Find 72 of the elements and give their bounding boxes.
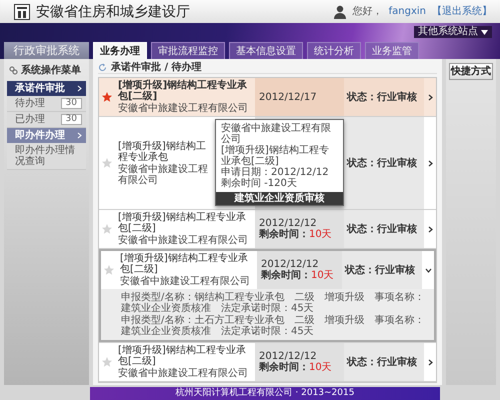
task-row[interactable]: [增项升级]钢结构工程专业承包[二级] 安徽省中旅建设工程有限公司 2012/12/12 剩余时间：10天 状态：行业审核: [99, 210, 436, 249]
tooltip-text: 安徽省中旅建设工程有限公司: [221, 123, 332, 145]
caret-icon: [481, 30, 488, 34]
apply-date: 2012/12/12: [259, 218, 318, 229]
remaining-time: 剩余时间：10天: [259, 362, 333, 373]
company-name: 安徽省中旅建设工程有限公司: [118, 235, 249, 246]
chevron-icon[interactable]: [426, 94, 434, 100]
task-title: [增项升级]钢结构工程专业承包[二级]: [118, 212, 247, 234]
logo-icon: [14, 4, 30, 20]
task-title: [增项升级]钢结构工程专业承包: [118, 140, 207, 162]
chevron-icon: [77, 132, 82, 139]
tooltip-text: 剩余时间 -120天: [221, 178, 298, 189]
status-text: 状态：行业审核: [347, 224, 417, 234]
chevron-icon[interactable]: [424, 266, 432, 274]
star-icon[interactable]: [101, 223, 113, 235]
detail-line: 申报类型/名称：钢结构工程专业承包 二级 增项升级 事项名称：建筑业企业资质核准 法定承诺时限：45天: [121, 292, 426, 314]
task-row[interactable]: [增项升级]钢结构工程专业承包 安徽省中旅建设工程有限公司 状态：行业审核 安徽省中旅建设工程有限公司 [增项升级]钢结构工程专业承包[二级] 申请日期：2012/12/12 剩余时间 -120天 建筑业企业资质审核: [99, 117, 436, 210]
menu-item[interactable]: 待办理 30: [7, 96, 86, 112]
task-row[interactable]: [增项升级]钢结构工程专业承包[二级] 安徽省中旅建设工程有限公司 2012/12/17 状态：行业审核: [99, 78, 436, 117]
menu-group[interactable]: 即办件办理: [7, 128, 86, 143]
star-icon[interactable]: [101, 356, 113, 368]
tooltip-text: [增项升级]钢结构工程专业承包[二级]: [221, 145, 330, 167]
task-row[interactable]: [增项升级]钢结构工程专业承包[二级] 安徽省中旅建设工程有限公司 2012/12/12 剩余时间：10天 状态：行业审核: [99, 343, 436, 382]
footer-bar: 杭州天阳计算机工程有限公司 · 2013~2015: [90, 387, 440, 400]
apply-date: 2012/12/12: [261, 259, 320, 270]
status-text: 状态：行业审核: [347, 92, 417, 102]
sidebar-title: 系统操作菜单: [21, 65, 81, 76]
count-badge: 30: [60, 114, 82, 125]
chevron-icon[interactable]: [426, 358, 434, 366]
remaining-time: 剩余时间：10天: [261, 270, 335, 281]
menu-group[interactable]: 承诺件审批: [7, 81, 86, 96]
greeting-text: 您好，: [352, 6, 383, 17]
nav-tab[interactable]: 业务监管: [365, 42, 419, 59]
chevron-icon[interactable]: [426, 226, 434, 232]
detail-line: 申报类型/名称：土石方工程专业承包 二级 增项升级 事项名称：建筑业企业资质核准 法定承诺时限：45天: [121, 315, 426, 337]
company-name: 安徽省中旅建设工程有限公司: [120, 276, 251, 287]
company-name: 安徽省中旅建设工程有限公司: [118, 103, 249, 114]
tooltip-footer: 建筑业企业资质审核: [216, 192, 343, 205]
nav-tab[interactable]: 业务办理: [93, 42, 147, 59]
site-title: 安徽省住房和城乡建设厅: [36, 4, 191, 20]
chevron-icon: [77, 85, 82, 92]
nav-tab[interactable]: 基本信息设置: [229, 42, 303, 59]
remaining-time: 剩余时间：10天: [259, 229, 333, 240]
nav-tab[interactable]: 统计分析: [307, 42, 361, 59]
chevron-icon[interactable]: [426, 160, 434, 166]
status-text: 状态：行业审核: [347, 158, 417, 168]
task-title: [增项升级]钢结构工程专业承包[二级]: [118, 80, 248, 102]
site-select[interactable]: 其他系统站点: [414, 26, 492, 38]
task-title: [增项升级]钢结构工程专业承包[二级]: [120, 253, 249, 275]
breadcrumb: 承诺件审批 / 待办理: [111, 62, 202, 72]
system-name: 行政审批系统: [4, 42, 89, 59]
apply-date: 2012/12/12: [259, 351, 318, 362]
star-icon[interactable]: [101, 91, 113, 103]
menu-item[interactable]: 已办理 30: [7, 112, 86, 128]
status-text: 状态：行业审核: [347, 356, 417, 368]
count-badge: 30: [60, 98, 82, 109]
company-name: 安徽省中旅建设工程有限公司: [118, 368, 249, 379]
star-icon[interactable]: [103, 264, 115, 276]
company-name: 安徽省中旅建设工程有限公司: [118, 164, 209, 186]
refresh-icon: [98, 62, 107, 72]
shortcut-button[interactable]: 快捷方式: [449, 63, 493, 80]
user-avatar-icon: [332, 4, 347, 18]
menu-item[interactable]: 即办件办理情况查询: [7, 143, 86, 170]
apply-date: 2012/12/17: [259, 92, 318, 102]
username-link[interactable]: fangxin: [388, 6, 426, 17]
nav-tab[interactable]: 审批流程监控: [151, 42, 225, 59]
status-text: 状态：行业审核: [345, 264, 415, 276]
tooltip-text: 申请日期：2012/12/12: [221, 167, 330, 178]
task-row[interactable]: [增项升级]钢结构工程专业承包[二级] 安徽省中旅建设工程有限公司 2012/12/12 剩余时间：10天 状态：行业审核 申报类型/名称：钢结构工程专业承包 二级 增项升级 事项名称：建筑业企业资质核准 法定承诺时限：45天 申报类型/名称：土石方工程专业承包 二级 增项升级 事项名称：建筑业企业资质核准 法定承诺时限：45天: [99, 249, 436, 343]
task-title: [增项升级]钢结构工程专业承包[二级]: [118, 345, 247, 367]
logout-link[interactable]: 【退出系统】: [432, 6, 492, 17]
star-icon[interactable]: [101, 157, 113, 169]
